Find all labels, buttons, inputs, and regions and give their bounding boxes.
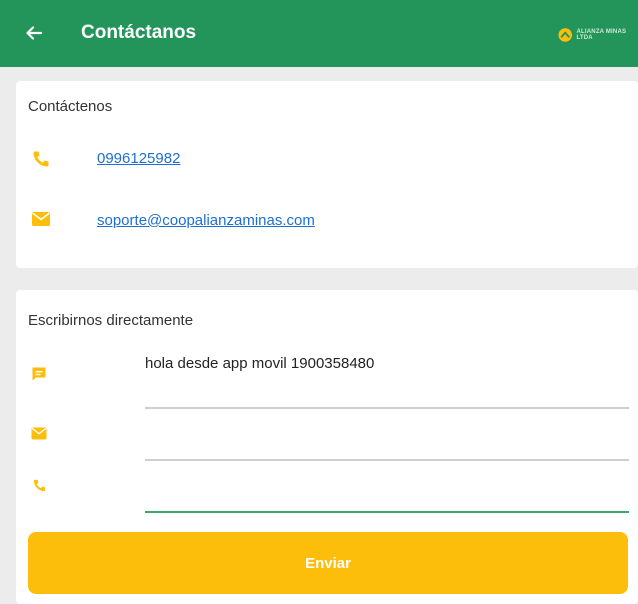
message-field[interactable]: hola desde app movil 1900358480 xyxy=(145,355,629,409)
send-button[interactable]: Enviar xyxy=(28,532,628,594)
brand-logo: ALIANZA MINAS LTDA xyxy=(558,27,638,43)
brand-logo-text: ALIANZA MINAS LTDA xyxy=(576,29,627,41)
contact-info-card: Contáctenos 0996125982 soporte@coopalian… xyxy=(16,81,638,268)
phone-field[interactable] xyxy=(145,472,633,513)
phone-link[interactable]: 0996125982 xyxy=(97,150,180,167)
message-card-heading: Escribirnos directamente xyxy=(28,312,194,329)
email-input[interactable] xyxy=(145,424,633,443)
email-field[interactable] xyxy=(145,420,633,461)
phone-icon xyxy=(30,148,52,170)
page-title: Contáctanos xyxy=(81,22,197,43)
chat-icon xyxy=(30,365,48,383)
brand-logo-icon xyxy=(558,28,573,42)
arrow-left-icon xyxy=(26,26,43,40)
contact-card-heading: Contáctenos xyxy=(28,98,113,115)
app-bar: Contáctanos ALIANZA MINAS LTDA xyxy=(0,0,638,67)
back-button[interactable] xyxy=(22,21,46,45)
mail-icon xyxy=(30,424,48,442)
email-link[interactable]: soporte@coopalianzaminas.com xyxy=(97,212,315,229)
mail-icon xyxy=(30,208,52,230)
phone-icon xyxy=(30,476,48,494)
message-field-value: hola desde app movil 1900358480 xyxy=(145,355,375,372)
message-form-card: Escribirnos directamente hola desde app … xyxy=(16,290,638,604)
phone-input[interactable] xyxy=(145,476,633,495)
